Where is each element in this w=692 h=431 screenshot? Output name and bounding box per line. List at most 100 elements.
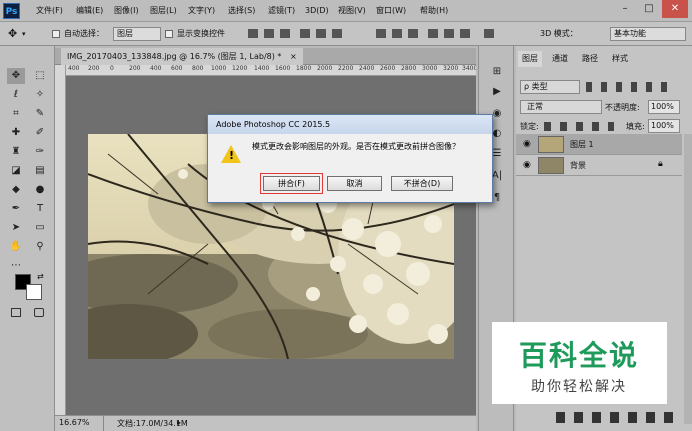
status-divider: [103, 416, 104, 431]
clone-stamp-icon[interactable]: ♜: [7, 144, 25, 160]
vertical-ruler: [55, 65, 66, 415]
menu-select[interactable]: 选择(S): [228, 0, 255, 22]
pen-tool-icon[interactable]: ✒: [7, 201, 25, 217]
layer-thumbnail: [538, 136, 564, 153]
menu-filter[interactable]: 滤镜(T): [268, 0, 295, 22]
cancel-button[interactable]: 取消: [327, 176, 382, 191]
background-color-swatch[interactable]: [26, 284, 42, 300]
auto-select-dropdown[interactable]: 图层: [113, 27, 161, 41]
auto-align-icon[interactable]: [484, 29, 494, 38]
hand-tool-icon[interactable]: ✋: [7, 239, 25, 255]
shape-tool-icon[interactable]: ▭: [31, 220, 49, 236]
auto-select-checkbox[interactable]: [52, 30, 60, 38]
tab-layers[interactable]: 图层: [518, 51, 542, 67]
align-top-icon[interactable]: [248, 29, 258, 38]
lock-icon: 🔒︎: [658, 159, 663, 169]
layer-filter-dropdown[interactable]: ρ 类型: [520, 80, 580, 94]
layer-actions-icons[interactable]: [556, 412, 676, 423]
menu-edit[interactable]: 编辑(E): [76, 0, 103, 22]
horizontal-ruler: 400 200 0 200 400 600 800 1000 1200 1400…: [66, 65, 476, 76]
move-tool-icon[interactable]: ✥: [7, 68, 25, 84]
align-bottom-icon[interactable]: [280, 29, 290, 38]
layer-name[interactable]: 背景: [570, 160, 586, 171]
history-panel-icon[interactable]: ⊞: [488, 64, 506, 80]
distribute-left-icon[interactable]: [428, 29, 438, 38]
layer-row[interactable]: ◉ 背景 🔒︎: [516, 155, 682, 176]
menu-layer[interactable]: 图层(L): [150, 0, 177, 22]
flatten-button[interactable]: 拼合(F): [260, 173, 323, 194]
blur-tool-icon[interactable]: ◆: [7, 182, 25, 198]
ruler-tick: 200: [88, 65, 100, 72]
brush-tool-icon[interactable]: ✐: [31, 125, 49, 141]
tab-channels[interactable]: 通道: [548, 51, 572, 67]
distribute-vcenter-icon[interactable]: [392, 29, 402, 38]
layer-name[interactable]: 图层 1: [570, 139, 594, 150]
actions-panel-icon[interactable]: ▶: [488, 84, 506, 100]
healing-brush-icon[interactable]: ✚: [7, 125, 25, 141]
zoom-tool-icon[interactable]: ⚲: [31, 239, 49, 255]
tab-paths[interactable]: 路径: [578, 51, 602, 67]
dodge-tool-icon[interactable]: ●: [31, 182, 49, 198]
swap-colors-icon[interactable]: ⇄: [37, 272, 44, 281]
flatten-image-dialog: Adobe Photoshop CC 2015.5 ! 模式更改会影响图层的外观…: [207, 114, 493, 203]
lasso-tool-icon[interactable]: ℓ: [7, 87, 25, 103]
close-window-button[interactable]: ✕: [662, 0, 688, 18]
opacity-input[interactable]: 100%: [648, 100, 680, 114]
menu-3d[interactable]: 3D(D): [305, 0, 329, 22]
close-tab-icon[interactable]: ×: [290, 52, 297, 61]
lock-icons[interactable]: [544, 122, 614, 131]
dont-flatten-button[interactable]: 不拼合(D): [391, 176, 453, 191]
workspace-dropdown[interactable]: 基本功能: [610, 27, 686, 41]
ruler-tick: 600: [171, 65, 183, 72]
type-tool-icon[interactable]: T: [31, 201, 49, 217]
more-tools-icon[interactable]: ⋯: [7, 258, 25, 274]
dialog-title: Adobe Photoshop CC 2015.5: [208, 115, 492, 134]
ruler-tick: 800: [192, 65, 204, 72]
align-right-icon[interactable]: [332, 29, 342, 38]
tab-styles[interactable]: 样式: [608, 51, 632, 67]
maximize-button[interactable]: □: [638, 0, 660, 18]
menu-type[interactable]: 文字(Y): [188, 0, 215, 22]
menu-window[interactable]: 窗口(W): [376, 0, 406, 22]
ruler-tick: 2000: [317, 65, 333, 72]
eraser-icon[interactable]: ◪: [7, 163, 25, 179]
distribute-right-icon[interactable]: [460, 29, 470, 38]
zoom-level[interactable]: 16.67%: [59, 418, 90, 427]
marquee-tool-icon[interactable]: ⬚: [31, 68, 49, 84]
align-hcenter-icon[interactable]: [316, 29, 326, 38]
minimize-button[interactable]: –: [614, 0, 636, 18]
align-vcenter-icon[interactable]: [264, 29, 274, 38]
gradient-tool-icon[interactable]: ▤: [31, 163, 49, 179]
path-select-icon[interactable]: ➤: [7, 220, 25, 236]
menu-help[interactable]: 帮助(H): [420, 0, 448, 22]
quick-mask-icon[interactable]: [11, 308, 21, 317]
blend-mode-dropdown[interactable]: 正常: [520, 100, 602, 114]
distribute-hcenter-icon[interactable]: [444, 29, 454, 38]
crop-tool-icon[interactable]: ⌗: [7, 106, 25, 122]
menu-image[interactable]: 图像(I): [114, 0, 139, 22]
history-brush-icon[interactable]: ✑: [31, 144, 49, 160]
magic-wand-icon[interactable]: ✧: [31, 87, 49, 103]
options-bar: ✥ ▾ 自动选择： 图层 显示变换控件 3D 模式： 基本功能: [0, 22, 692, 46]
menu-file[interactable]: 文件(F): [36, 0, 63, 22]
ruler-tick: 0: [110, 65, 114, 72]
status-menu-arrow-icon[interactable]: ▸: [177, 418, 181, 427]
visibility-eye-icon[interactable]: ◉: [523, 160, 531, 170]
eyedropper-icon[interactable]: ✎: [31, 106, 49, 122]
layer-row[interactable]: ◉ 图层 1: [516, 134, 682, 155]
menu-view[interactable]: 视图(V): [338, 0, 366, 22]
distribute-bottom-icon[interactable]: [408, 29, 418, 38]
tool-preset-chevron-icon[interactable]: ▾: [22, 22, 26, 46]
distribute-top-icon[interactable]: [376, 29, 386, 38]
fill-input[interactable]: 100%: [648, 119, 680, 133]
visibility-eye-icon[interactable]: ◉: [523, 139, 531, 149]
document-tab[interactable]: IMG_20170403_133848.jpg @ 16.7% (图层 1, L…: [61, 48, 303, 65]
ruler-tick: 1400: [254, 65, 270, 72]
ruler-tick: 200: [129, 65, 141, 72]
document-tab-title: IMG_20170403_133848.jpg @ 16.7% (图层 1, L…: [67, 52, 282, 61]
screen-mode-icon[interactable]: [34, 308, 44, 317]
align-left-icon[interactable]: [300, 29, 310, 38]
show-transform-checkbox[interactable]: [165, 30, 173, 38]
filter-icons[interactable]: [586, 82, 676, 92]
layers-scrollbar[interactable]: [684, 134, 692, 424]
